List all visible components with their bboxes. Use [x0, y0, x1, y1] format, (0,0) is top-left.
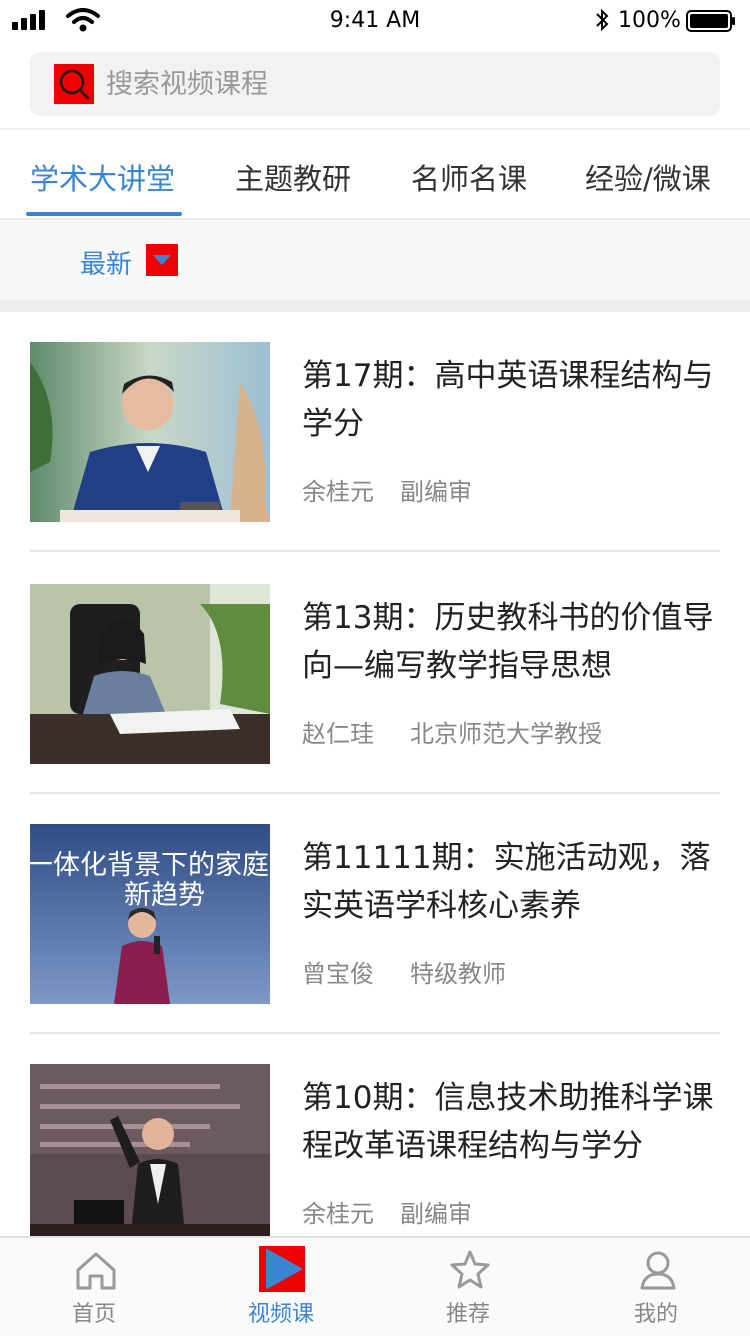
video-title[interactable]: 第11111期：实施活动观，落实英语学科核心素养	[302, 834, 720, 930]
sort-filter-bar: 最新	[0, 220, 750, 300]
video-thumbnail[interactable]	[30, 342, 270, 522]
search-input[interactable]	[106, 60, 686, 108]
thumbnail-caption: 一体化背景下的家庭	[30, 850, 269, 881]
battery-icon	[686, 10, 735, 32]
video-thumbnail[interactable]	[30, 1064, 270, 1244]
chevron-down-icon[interactable]	[146, 244, 178, 276]
bluetooth-icon	[596, 8, 609, 32]
speaker-name: 余桂元	[302, 478, 374, 506]
video-meta: 余桂元 副编审	[302, 472, 472, 507]
nav-video-course[interactable]: 视频课	[211, 1238, 351, 1336]
play-icon	[259, 1246, 305, 1292]
nav-home[interactable]: 首页	[24, 1238, 164, 1336]
user-icon	[640, 1251, 676, 1290]
nav-recommend[interactable]: 推荐	[398, 1238, 538, 1336]
video-thumbnail[interactable]	[30, 584, 270, 764]
section-separator	[0, 300, 750, 312]
bottom-tab-bar: 首页 视频课 推荐 我的	[0, 1236, 750, 1336]
list-item[interactable]: 一体化背景下的家庭 新趋势 第11111期：实施活动观，落实英语学科核心素养 曾…	[30, 794, 720, 1034]
speaker-title: 北京师范大学教授	[410, 720, 602, 748]
speaker-title: 副编审	[400, 1200, 472, 1228]
nav-recommend-label: 推荐	[445, 1302, 490, 1327]
nav-mine[interactable]: 我的	[586, 1238, 726, 1336]
nav-video-course-label: 视频课	[247, 1302, 314, 1327]
active-tab-indicator	[26, 212, 182, 216]
divider	[30, 550, 720, 552]
video-title[interactable]: 第17期：高中英语课程结构与学分	[302, 352, 720, 448]
search-bar[interactable]	[30, 52, 720, 116]
category-tabs: 学术大讲堂 主题教研 名师名课 经验/微课	[0, 130, 750, 218]
tab-famous-teacher[interactable]: 名师名课	[411, 156, 527, 198]
search-icon[interactable]	[54, 64, 94, 104]
speaker-name: 赵仁珪	[302, 720, 374, 748]
tab-experience-micro[interactable]: 经验/微课	[585, 156, 711, 198]
list-item[interactable]: 第17期：高中英语课程结构与学分 余桂元 副编审	[30, 312, 720, 552]
tab-academic-lecture[interactable]: 学术大讲堂	[30, 156, 175, 198]
sort-filter-label[interactable]: 最新	[80, 244, 132, 281]
status-bar: 9:41 AM 100%	[0, 0, 750, 40]
speaker-name: 余桂元	[302, 1200, 374, 1228]
nav-mine-label: 我的	[633, 1302, 678, 1327]
speaker-name: 曾宝俊	[302, 960, 374, 988]
thumbnail-caption: 新趋势	[124, 880, 205, 911]
nav-home-label: 首页	[71, 1302, 116, 1327]
speaker-title: 特级教师	[410, 960, 506, 988]
battery-percent: 100%	[618, 8, 681, 33]
video-meta: 曾宝俊 特级教师	[302, 954, 506, 989]
star-icon	[450, 1250, 490, 1289]
video-meta: 赵仁珪 北京师范大学教授	[302, 714, 602, 749]
video-meta: 余桂元 副编审	[302, 1194, 472, 1229]
tab-theme-research[interactable]: 主题教研	[235, 156, 351, 198]
video-title[interactable]: 第13期：历史教科书的价值导向—编写教学指导思想	[302, 594, 720, 690]
list-item[interactable]: 第13期：历史教科书的价值导向—编写教学指导思想 赵仁珪 北京师范大学教授	[30, 554, 720, 794]
speaker-title: 副编审	[400, 478, 472, 506]
video-title[interactable]: 第10期：信息技术助推科学课程改革语课程结构与学分	[302, 1074, 720, 1170]
home-icon	[76, 1252, 116, 1290]
video-thumbnail[interactable]: 一体化背景下的家庭 新趋势	[30, 824, 270, 1004]
